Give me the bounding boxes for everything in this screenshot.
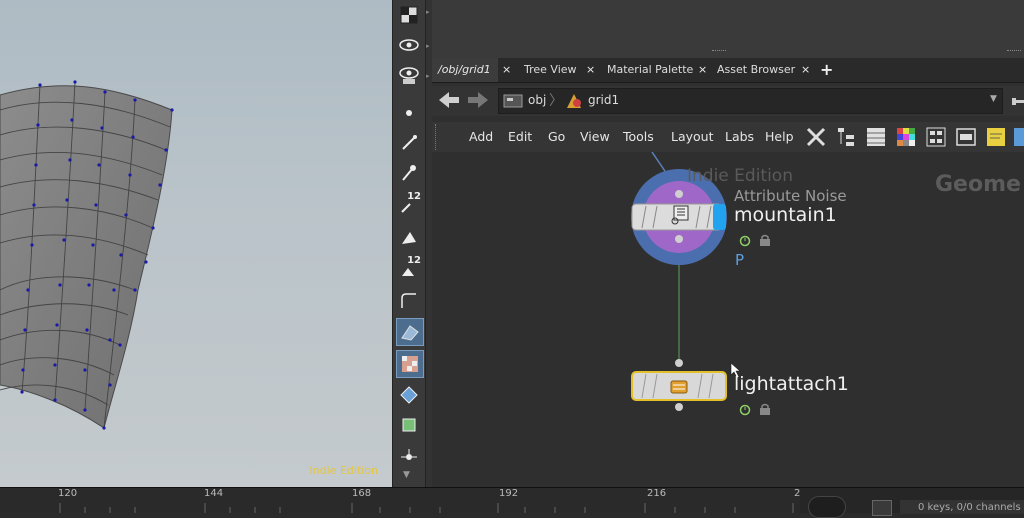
light-attach-node-icon [668, 375, 690, 401]
snap-icon[interactable] [396, 382, 422, 408]
network-watermark: Indie Edition [687, 166, 793, 186]
lock-icon[interactable] [759, 401, 771, 420]
display-flag-icon[interactable] [739, 401, 751, 420]
menu-tools[interactable]: Tools [623, 122, 654, 152]
path-dropdown-icon[interactable]: ▼ [990, 94, 997, 104]
lock-icon[interactable] [759, 232, 771, 251]
side-arrow-icon[interactable]: ▸ [426, 42, 430, 50]
tools-wrench-icon[interactable] [804, 125, 828, 153]
side-arrow-icon[interactable]: ▸ [426, 8, 430, 16]
curve-icon[interactable] [396, 288, 422, 314]
timeline-tick: 168 [352, 488, 372, 499]
timeline-ruler [59, 503, 794, 513]
attribute-flag-p: P [735, 251, 745, 269]
sticky-note-icon[interactable] [984, 125, 1008, 153]
edge-selection-12-icon[interactable]: 12 [396, 191, 422, 218]
menu-bar: Add Edit Go View Tools Layout Labs Help [432, 122, 1024, 153]
shaded-icon[interactable] [396, 318, 424, 346]
viewport-toolbar: 12 12 ▼ [392, 0, 426, 487]
grid-mesh [0, 80, 174, 430]
timeline-tick: 192 [499, 488, 519, 499]
pin-icon[interactable] [1012, 92, 1024, 114]
close-tab-icon[interactable]: × [586, 58, 595, 82]
forward-arrow-icon[interactable] [466, 90, 490, 114]
timeline-tick: 144 [204, 488, 224, 499]
viewport[interactable]: Indie Edition [0, 0, 392, 487]
face-icon[interactable] [396, 224, 422, 250]
color-palette-icon[interactable] [894, 125, 918, 153]
channel-status: 0 keys, 0/0 channels [918, 502, 1021, 513]
tab-asset-browser[interactable]: Asset Browser [711, 58, 807, 82]
network-canvas [631, 152, 741, 411]
network-box-icon[interactable] [954, 125, 978, 153]
face-count-badge: 12 [407, 255, 421, 266]
menu-layout[interactable]: Layout [671, 122, 714, 152]
tab-network[interactable]: /obj/grid1 [432, 58, 498, 82]
realtime-toggle[interactable] [808, 496, 846, 518]
node-spacer [618, 302, 622, 306]
menu-view[interactable]: View [580, 122, 610, 152]
list-view-icon[interactable] [864, 125, 888, 153]
edge-count-badge: 12 [407, 191, 421, 202]
timeline[interactable]: 120 144 168 192 216 2 0 keys, 0/0 channe… [0, 487, 1024, 518]
path-separator-icon: 〉 [549, 93, 563, 109]
menu-add[interactable]: Add [469, 122, 493, 152]
brush-icon[interactable] [396, 160, 422, 186]
edge-icon[interactable] [396, 130, 422, 156]
path-obj[interactable]: obj [528, 93, 546, 107]
frame-icon[interactable] [396, 412, 422, 438]
viewport-watermark: Indie Edition [309, 464, 378, 477]
timeline-tick: 216 [647, 488, 667, 499]
texture-icon[interactable] [396, 350, 424, 378]
tab-label: Material Palette [607, 63, 694, 76]
network-editor[interactable]: Indie Edition Geome Attribute Noise moun… [432, 152, 1024, 487]
pane-header-area [432, 0, 1024, 58]
toolbar-scroll-down-icon[interactable]: ▼ [403, 470, 410, 480]
tab-bar: /obj/grid1 × Tree View × Material Palett… [432, 58, 1024, 83]
close-tab-icon[interactable]: × [801, 58, 810, 82]
view-eye-icon[interactable] [396, 32, 422, 58]
path-grid[interactable]: grid1 [588, 93, 619, 107]
close-tab-icon[interactable]: × [502, 58, 511, 82]
drag-handle[interactable] [1007, 50, 1021, 55]
path-field[interactable]: obj 〉 grid1 ▼ [498, 88, 1003, 114]
image-icon[interactable] [1014, 125, 1024, 153]
obj-context-icon [503, 92, 523, 114]
node-name-mountain1[interactable]: mountain1 [734, 204, 837, 226]
add-tab-icon[interactable]: + [820, 58, 833, 82]
menu-help[interactable]: Help [765, 122, 794, 152]
node-name-lightattach1[interactable]: lightattach1 [734, 373, 849, 395]
menu-edit[interactable]: Edit [508, 122, 532, 152]
select-mode-icon[interactable] [396, 2, 422, 28]
geo-node-icon [565, 92, 583, 114]
timeline-tick: 120 [58, 488, 78, 499]
playbar-controls: 0 keys, 0/0 channels [800, 488, 1024, 518]
tab-label: Tree View [524, 63, 577, 76]
display-flag-icon[interactable] [739, 232, 751, 251]
camera-eye-icon[interactable] [396, 62, 422, 88]
tab-tree-view[interactable]: Tree View [518, 58, 594, 82]
node-type-label: Attribute Noise [734, 187, 847, 205]
shapes-palette-icon[interactable] [924, 125, 948, 153]
light-icon[interactable] [396, 444, 422, 470]
attribute-noise-node-icon [670, 205, 690, 231]
keyframe-icon[interactable] [872, 500, 892, 516]
network-context-label: Geome [935, 172, 1021, 197]
back-arrow-icon[interactable] [437, 90, 461, 114]
close-tab-icon[interactable]: × [698, 58, 707, 82]
tree-layout-icon[interactable] [834, 125, 858, 153]
drag-handle[interactable] [712, 50, 726, 55]
side-arrow-icon[interactable]: ▸ [426, 72, 430, 80]
point-icon[interactable] [396, 100, 422, 126]
menu-go[interactable]: Go [548, 122, 565, 152]
menu-grip[interactable] [435, 124, 440, 150]
tab-label: Asset Browser [717, 63, 796, 76]
tab-label: /obj/grid1 [438, 63, 491, 76]
face-selection-12-icon[interactable]: 12 [396, 255, 422, 282]
menu-labs[interactable]: Labs [725, 122, 754, 152]
tab-material-palette[interactable]: Material Palette [601, 58, 707, 82]
